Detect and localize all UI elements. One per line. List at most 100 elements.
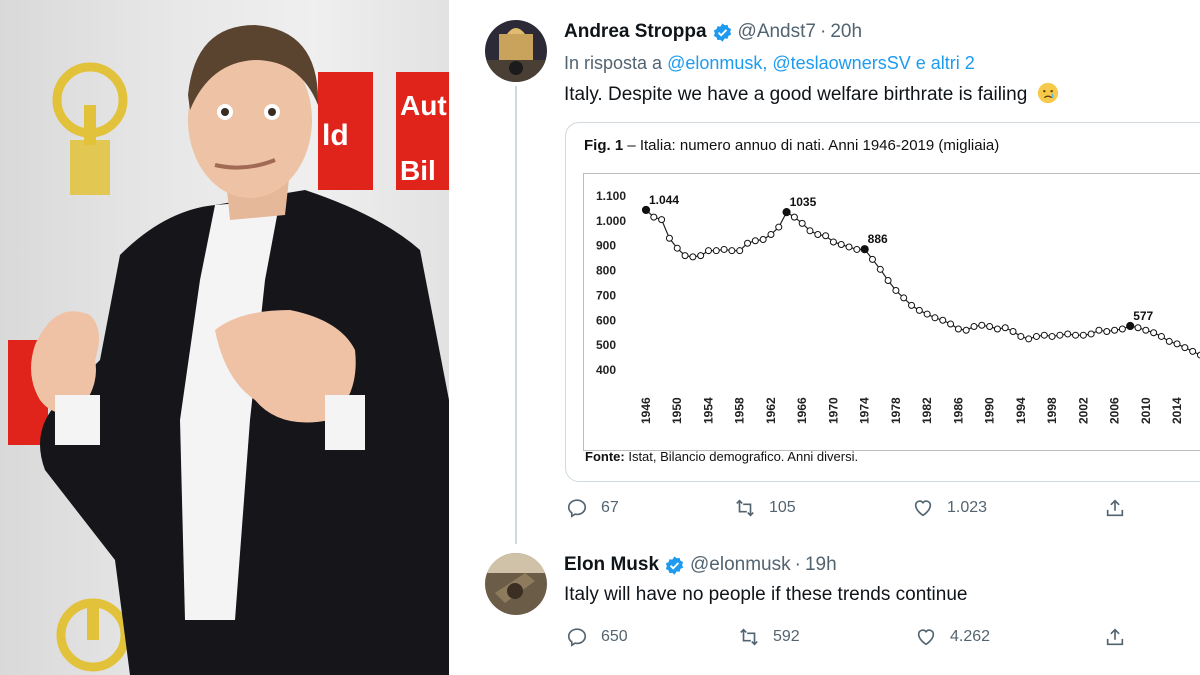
data-point — [681, 252, 689, 260]
tweet2-header: Elon Musk @elonmusk · 19h — [564, 554, 837, 576]
thread-connector-line — [515, 86, 517, 544]
data-point — [1079, 331, 1087, 339]
tweet1-header: Andrea Stroppa @Andst7 · 20h — [564, 21, 863, 43]
reply-icon — [567, 628, 587, 647]
data-point — [1040, 331, 1048, 339]
elon-musk-photo: ld Aut Bil — [0, 0, 449, 675]
data-point — [1126, 321, 1135, 331]
data-point — [1032, 332, 1040, 340]
tweet-time[interactable]: 19h — [805, 554, 837, 576]
data-point — [908, 301, 916, 309]
data-point — [775, 223, 783, 231]
data-point — [1072, 331, 1080, 339]
x-tick-label: 1946 — [639, 397, 653, 424]
data-point — [1165, 337, 1173, 345]
data-point — [860, 245, 869, 254]
x-tick-label: 1994 — [1014, 397, 1028, 424]
photo-illustration: ld Aut Bil — [8, 25, 449, 675]
reply-count: 67 — [601, 499, 619, 516]
data-point — [712, 247, 720, 255]
x-tick-label: 1954 — [701, 397, 715, 424]
like-count: 1.023 — [947, 499, 988, 516]
retweet-count: 105 — [769, 499, 796, 516]
x-tick-label: 2002 — [1076, 397, 1090, 424]
data-point — [962, 326, 970, 334]
reply-button[interactable]: 67 — [566, 497, 619, 519]
svg-text:ld: ld — [322, 119, 349, 152]
y-tick-label: 400 — [596, 363, 616, 377]
data-point — [782, 208, 791, 217]
x-tick-label: 1958 — [733, 397, 747, 424]
data-point — [641, 205, 651, 215]
data-point — [1056, 331, 1064, 339]
share-button[interactable] — [1104, 626, 1126, 648]
data-point — [704, 247, 712, 255]
data-point — [1134, 324, 1142, 332]
like-count: 4.262 — [950, 628, 991, 645]
data-point — [806, 227, 814, 235]
data-point — [978, 321, 986, 329]
data-point — [1001, 324, 1009, 332]
svg-text:Bil: Bil — [400, 155, 436, 186]
author-handle[interactable]: @elonmusk — [690, 554, 791, 576]
data-point — [931, 314, 939, 322]
figure-card[interactable]: Fig. 1 – Italia: numero annuo di nati. A… — [565, 122, 1200, 482]
avatar-andrea-stroppa[interactable] — [485, 20, 547, 82]
data-point — [720, 245, 728, 253]
data-point — [790, 213, 798, 221]
steering-wheel-logo-bottom — [56, 598, 130, 672]
heart-icon — [917, 629, 935, 646]
like-button[interactable]: 4.262 — [915, 626, 990, 648]
y-tick-label: 1.100 — [596, 189, 626, 203]
share-button[interactable] — [1104, 497, 1126, 519]
reply-button[interactable]: 650 — [566, 626, 628, 648]
data-point — [1111, 326, 1119, 334]
data-point — [900, 294, 908, 302]
tweet1-text: Italy. Despite we have a good welfare bi… — [564, 82, 1059, 106]
data-point — [954, 325, 962, 333]
like-button[interactable]: 1.023 — [912, 497, 987, 519]
data-point — [767, 231, 775, 239]
figure-title: Fig. 1 – Italia: numero annuo di nati. A… — [584, 137, 1000, 154]
x-tick-label: 1982 — [920, 397, 934, 424]
data-label: 886 — [868, 232, 888, 246]
tweet-time[interactable]: 20h — [830, 21, 862, 43]
data-point — [658, 216, 666, 224]
data-point — [1103, 327, 1111, 335]
data-point — [868, 255, 876, 263]
data-point — [1150, 329, 1158, 337]
data-point — [1048, 332, 1056, 340]
reply-users-link[interactable]: @elonmusk, @teslaownersSV e altri 2 — [667, 53, 975, 73]
data-point — [947, 320, 955, 328]
reply-icon — [567, 499, 587, 518]
author-handle[interactable]: @Andst7 — [738, 21, 816, 43]
y-tick-label: 700 — [596, 288, 616, 302]
author-name[interactable]: Elon Musk — [564, 554, 659, 576]
author-name[interactable]: Andrea Stroppa — [564, 21, 707, 43]
share-icon — [1106, 628, 1124, 646]
data-point — [650, 213, 658, 221]
retweet-button[interactable]: 592 — [738, 626, 800, 648]
tweet2-text: Italy will have no people if these trend… — [564, 584, 968, 605]
y-tick-label: 600 — [596, 313, 616, 327]
retweet-button[interactable]: 105 — [734, 497, 796, 519]
data-point — [697, 252, 705, 260]
data-point — [884, 277, 892, 285]
x-tick-label: 1978 — [889, 397, 903, 424]
data-point — [923, 310, 931, 318]
x-tick-label: 1998 — [1045, 397, 1059, 424]
y-tick-label: 800 — [596, 264, 616, 278]
x-tick-label: 1950 — [670, 397, 684, 424]
data-point — [751, 237, 759, 245]
data-point — [822, 232, 830, 240]
x-tick-label: 2010 — [1139, 397, 1153, 424]
crying-face-emoji-icon — [1037, 82, 1058, 104]
avatar-elon-musk[interactable] — [485, 553, 547, 615]
data-point — [1142, 326, 1150, 334]
retweet-icon — [740, 628, 758, 646]
tweet-thread: Andrea Stroppa @Andst7 · 20h In risposta… — [462, 0, 1200, 675]
tweet-body: Italy. Despite we have a good welfare bi… — [564, 84, 1028, 105]
steering-wheel-logo-top — [52, 62, 128, 195]
x-tick-label: 2014 — [1170, 397, 1184, 424]
x-tick-label: 1970 — [826, 397, 840, 424]
